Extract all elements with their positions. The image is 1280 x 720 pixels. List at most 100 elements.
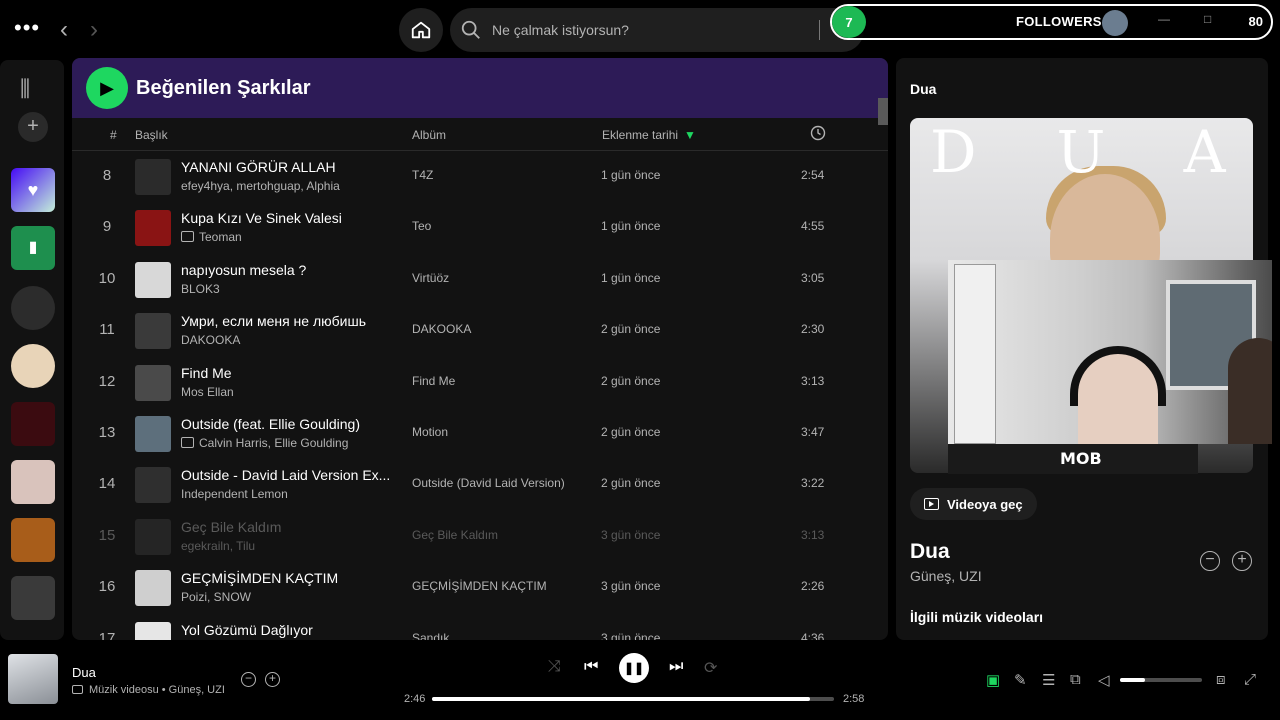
next-icon[interactable]: ⏭	[669, 658, 683, 676]
track-title[interactable]: Yol Gözümü Dağlıyor	[181, 622, 313, 638]
track-album[interactable]: T4Z	[412, 168, 433, 182]
col-title[interactable]: Başlık	[135, 128, 168, 142]
library-icon[interactable]: ⫼	[20, 76, 30, 102]
fullscreen-icon[interactable]: ⤢	[1244, 671, 1256, 688]
repeat-icon[interactable]: ⟳	[704, 658, 717, 678]
track-album[interactable]: DAKOOKA	[412, 322, 471, 336]
play-button[interactable]: ▶	[86, 67, 128, 109]
col-num[interactable]: #	[110, 128, 117, 142]
track-row[interactable]: 14 Outside - David Laid Version Ex... Inde…	[72, 459, 888, 510]
track-title[interactable]: Умри, если меня не любишь	[181, 313, 366, 329]
now-playing-subtitle-text[interactable]: Müzik videosu • Güneş, UZI	[89, 684, 225, 696]
track-album[interactable]: Teo	[412, 219, 431, 233]
track-title[interactable]: napıyosun mesela ?	[181, 262, 306, 278]
add-to-playlist-icon[interactable]: +	[265, 672, 280, 687]
track-row[interactable]: 8 YANANI GÖRÜR ALLAH efey4hya, mertohguap,…	[72, 151, 888, 202]
col-added[interactable]: Eklenme tarihi ▼	[602, 128, 696, 142]
track-album[interactable]: Outside (David Laid Version)	[412, 476, 565, 490]
duration-clock-icon[interactable]	[810, 125, 826, 144]
forward-arrow-icon[interactable]: ›	[90, 16, 98, 44]
track-artist-text[interactable]: efey4hya, mertohguap, Alphia	[181, 179, 340, 193]
maximize-icon[interactable]: □	[1204, 12, 1211, 26]
track-row[interactable]: 11 Умри, если меня не любишь DAKOOKA DAKOOK…	[72, 305, 888, 356]
add-playlist-button[interactable]: +	[18, 112, 48, 142]
track-album[interactable]: Find Me	[412, 374, 455, 388]
saved-episodes-item[interactable]: ▮	[11, 226, 55, 270]
connect-device-icon[interactable]: ⧉	[1070, 671, 1081, 688]
song-artist[interactable]: Güneş, UZI	[910, 568, 982, 584]
pause-button[interactable]: ❚❚	[619, 653, 649, 683]
artist-item-1[interactable]	[11, 286, 55, 330]
track-thumbnail[interactable]	[135, 159, 171, 195]
track-artist-text[interactable]: Mos Ellan	[181, 385, 234, 399]
progress-bar[interactable]	[432, 697, 834, 701]
track-thumbnail[interactable]	[135, 210, 171, 247]
track-artist-text[interactable]: Teoman	[199, 230, 242, 244]
minimize-icon[interactable]: —	[1158, 12, 1170, 26]
now-playing-header[interactable]: Dua	[910, 81, 936, 97]
queue-icon[interactable]: ☰	[1042, 671, 1055, 689]
track-thumbnail[interactable]	[135, 621, 171, 640]
liked-songs-item[interactable]: ♥	[11, 168, 55, 212]
track-thumbnail[interactable]	[135, 364, 171, 401]
more-menu-icon[interactable]: •••	[14, 17, 40, 39]
track-album[interactable]: Sandık	[412, 631, 449, 640]
track-artist-text[interactable]: BLOK3	[181, 282, 220, 296]
playlist-item-4[interactable]	[11, 460, 55, 504]
shuffle-icon[interactable]: ⤨	[548, 658, 561, 676]
track-title[interactable]: YANANI GÖRÜR ALLAH	[181, 159, 336, 175]
followers-label: FOLLOWERS	[1016, 14, 1102, 29]
lyrics-icon[interactable]: ✎	[1014, 671, 1027, 689]
track-thumbnail[interactable]	[135, 261, 171, 298]
track-row[interactable]: 10 napıyosun mesela ? BLOK3 Virtüöz 1 gün ön…	[72, 254, 888, 305]
track-thumbnail[interactable]	[135, 313, 171, 350]
track-title[interactable]: Outside (feat. Ellie Goulding)	[181, 416, 360, 432]
track-artist-text[interactable]: Independent Lemon	[181, 487, 288, 501]
home-button[interactable]	[399, 8, 443, 52]
now-playing-title[interactable]: Dua	[72, 665, 96, 680]
track-album[interactable]: GEÇMİŞİMDEN KAÇTIM	[412, 579, 547, 593]
volume-icon[interactable]: ◁	[1098, 671, 1110, 689]
track-artist-text[interactable]: egekrailn, Tilu	[181, 539, 255, 553]
remove-from-liked-icon[interactable]: −	[241, 672, 256, 687]
track-album[interactable]: Geç Bile Kaldım	[412, 528, 498, 542]
previous-icon[interactable]: ⏮	[584, 658, 598, 676]
track-artist-text[interactable]: Poizi, SNOW	[181, 590, 251, 604]
artist-item-2[interactable]	[11, 344, 55, 388]
track-row[interactable]: 17 Yol Gözümü Dağlıyor Sandık 3 gün önce 4:3…	[72, 614, 888, 640]
track-thumbnail[interactable]	[135, 467, 171, 504]
song-title[interactable]: Dua	[910, 540, 950, 564]
track-title[interactable]: GEÇMİŞİMDEN KAÇTIM	[181, 570, 338, 586]
search-bar[interactable]: Ne çalmak istiyorsun?	[450, 8, 864, 52]
user-avatar[interactable]	[1102, 10, 1128, 36]
track-title[interactable]: Outside - David Laid Version Ex...	[181, 467, 390, 483]
track-album[interactable]: Motion	[412, 425, 448, 439]
playlist-item-blend[interactable]	[11, 402, 55, 446]
switch-to-video-button[interactable]: Videoya geç	[910, 488, 1037, 520]
track-title[interactable]: Find Me	[181, 365, 232, 381]
volume-slider[interactable]	[1120, 678, 1202, 682]
track-artist-text[interactable]: DAKOOKA	[181, 333, 240, 347]
track-album[interactable]: Virtüöz	[412, 271, 449, 285]
add-icon[interactable]: +	[1232, 551, 1252, 571]
col-album[interactable]: Albüm	[412, 128, 446, 142]
track-row[interactable]: 9 Kupa Kızı Ve Sinek Valesi Teoman Teo 1 gün…	[72, 202, 888, 253]
track-row[interactable]: 16 GEÇMİŞİMDEN KAÇTIM Poizi, SNOW GEÇMİŞİMD…	[72, 562, 888, 613]
track-thumbnail[interactable]	[135, 518, 171, 555]
track-title[interactable]: Geç Bile Kaldım	[181, 519, 281, 535]
now-playing-thumbnail[interactable]	[8, 654, 58, 704]
track-title[interactable]: Kupa Kızı Ve Sinek Valesi	[181, 210, 342, 226]
track-artist-text[interactable]: Calvin Harris, Ellie Goulding	[199, 436, 348, 450]
track-row[interactable]: 15 Geç Bile Kaldım egekrailn, Tilu Geç Bile…	[72, 511, 888, 562]
mini-player-icon[interactable]: ⧈	[1216, 671, 1226, 688]
track-thumbnail[interactable]	[135, 570, 171, 607]
track-thumbnail[interactable]	[135, 415, 171, 452]
search-placeholder[interactable]: Ne çalmak istiyorsun?	[492, 22, 629, 38]
playlist-item-6[interactable]	[11, 576, 55, 620]
track-row[interactable]: 13 Outside (feat. Ellie Goulding) Calvin H…	[72, 408, 888, 459]
remove-icon[interactable]: −	[1200, 551, 1220, 571]
track-row[interactable]: 12 Find Me Mos Ellan Find Me 2 gün önce 3:13	[72, 357, 888, 408]
back-arrow-icon[interactable]: ‹	[60, 16, 68, 44]
now-playing-view-icon[interactable]: ▣	[986, 671, 1000, 689]
playlist-item-hot-hits[interactable]	[11, 518, 55, 562]
